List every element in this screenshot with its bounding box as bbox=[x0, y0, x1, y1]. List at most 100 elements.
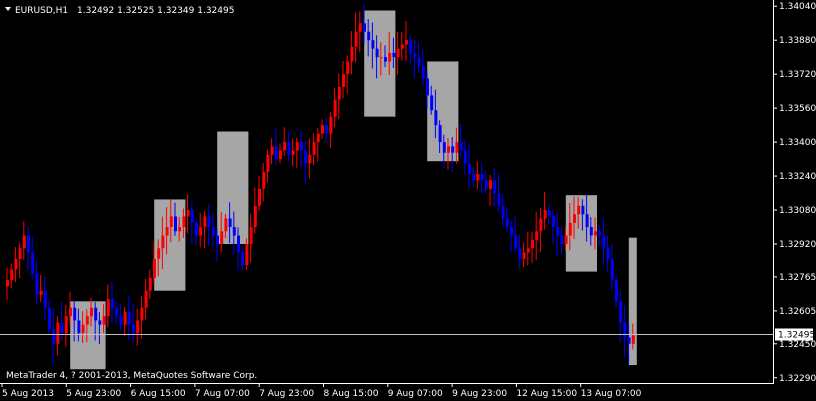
candle-body bbox=[6, 280, 9, 287]
candle-body bbox=[132, 324, 135, 334]
candle-body bbox=[308, 154, 312, 164]
candle-body bbox=[186, 210, 190, 217]
candle-body bbox=[455, 142, 459, 153]
candle-body bbox=[463, 150, 467, 164]
candle-body bbox=[52, 328, 56, 344]
candle-body bbox=[136, 320, 140, 334]
candle-body bbox=[140, 307, 144, 321]
candle-body bbox=[27, 235, 30, 253]
time-tick-label: 7 Aug 07:00 bbox=[195, 389, 250, 399]
candle-body bbox=[451, 146, 455, 153]
candle-body bbox=[505, 218, 509, 228]
current-price-label: 1.32495 bbox=[778, 331, 815, 341]
candle-body bbox=[111, 299, 114, 308]
candle-body bbox=[14, 258, 18, 270]
candle-body bbox=[337, 86, 341, 100]
candle-body bbox=[329, 116, 333, 134]
candle-body bbox=[157, 248, 161, 259]
candle-body bbox=[585, 214, 589, 228]
candle-body bbox=[73, 307, 77, 321]
candle-body bbox=[484, 180, 488, 189]
candle-body bbox=[447, 146, 450, 153]
candle-body bbox=[489, 180, 492, 189]
candle-body bbox=[56, 322, 60, 344]
candle-body bbox=[547, 210, 551, 217]
candle-body bbox=[560, 235, 564, 245]
candle-body bbox=[220, 231, 224, 245]
candle-body bbox=[64, 316, 68, 334]
candle-body bbox=[573, 214, 576, 223]
candle-body bbox=[589, 227, 593, 236]
candle-body bbox=[35, 273, 39, 295]
candle-body bbox=[90, 307, 93, 317]
highlight-zone-2 bbox=[154, 199, 186, 291]
candle-body bbox=[375, 48, 379, 58]
candle-body bbox=[430, 95, 434, 111]
candle-body bbox=[295, 142, 299, 151]
candle-body bbox=[371, 40, 375, 49]
candle-body bbox=[480, 173, 484, 181]
candle-body bbox=[535, 231, 539, 240]
candle-body bbox=[396, 48, 400, 58]
candle-body bbox=[543, 210, 547, 219]
candle-body bbox=[169, 216, 173, 228]
chart-background bbox=[0, 0, 816, 401]
candle-body bbox=[195, 222, 198, 236]
candle-body bbox=[77, 320, 81, 334]
candle-body bbox=[31, 252, 35, 274]
price-tick-label: 1.33880 bbox=[779, 36, 816, 46]
candle-body bbox=[531, 239, 534, 249]
candle-body bbox=[207, 216, 211, 228]
candle-body bbox=[279, 150, 282, 160]
candle-body bbox=[594, 231, 597, 236]
candle-body bbox=[619, 301, 623, 323]
chart-window[interactable]: 1.34040 1.33880 1.33720 1.33560 1.33400 1.332… bbox=[0, 0, 816, 401]
candle-body bbox=[165, 227, 169, 236]
candle-body bbox=[539, 218, 543, 232]
candle-body bbox=[342, 74, 345, 87]
price-tick-label: 1.32765 bbox=[779, 273, 816, 283]
candle-body bbox=[413, 52, 417, 58]
time-tick-label: 13 Aug 07:00 bbox=[581, 389, 642, 399]
price-tick-label: 1.33240 bbox=[779, 172, 816, 182]
candle-body bbox=[190, 210, 194, 223]
candle-body bbox=[518, 248, 522, 259]
candle-body bbox=[106, 299, 110, 317]
candle-body bbox=[363, 23, 366, 32]
candle-body bbox=[417, 57, 421, 66]
candle-body bbox=[178, 227, 182, 232]
candle-body bbox=[22, 235, 26, 249]
candle-body bbox=[312, 142, 316, 155]
time-tick-label: 9 Aug 23:00 bbox=[452, 389, 507, 399]
candle-body bbox=[119, 316, 123, 325]
candle-body bbox=[497, 193, 501, 206]
candle-body bbox=[300, 142, 303, 151]
candle-body bbox=[426, 78, 429, 96]
price-tick-label: 1.33080 bbox=[779, 206, 816, 216]
candle-body bbox=[514, 235, 518, 249]
candle-body bbox=[245, 244, 249, 266]
candle-body bbox=[615, 280, 618, 302]
price-tick-label: 1.32605 bbox=[779, 307, 816, 317]
candle-body bbox=[228, 218, 232, 228]
candle-body bbox=[203, 216, 207, 228]
price-tick-label: 1.34040 bbox=[779, 2, 816, 12]
candle-body bbox=[442, 142, 446, 153]
candle-body bbox=[161, 235, 165, 249]
candle-body bbox=[493, 180, 497, 194]
candle-body bbox=[358, 23, 362, 32]
candle-body bbox=[405, 40, 408, 45]
candle-body bbox=[85, 316, 89, 325]
candle-body bbox=[94, 307, 98, 321]
candle-body bbox=[409, 40, 413, 53]
candle-body bbox=[174, 216, 177, 232]
candle-body bbox=[270, 146, 274, 155]
candle-body bbox=[388, 52, 392, 62]
candle-body bbox=[522, 252, 526, 259]
candle-body bbox=[627, 337, 631, 344]
candle-body bbox=[459, 142, 463, 151]
candle-body bbox=[115, 307, 119, 317]
candle-body bbox=[468, 163, 471, 174]
candle-body bbox=[258, 188, 261, 206]
candlestick-chart[interactable]: 1.34040 1.33880 1.33720 1.33560 1.33400 1.332… bbox=[0, 0, 816, 401]
